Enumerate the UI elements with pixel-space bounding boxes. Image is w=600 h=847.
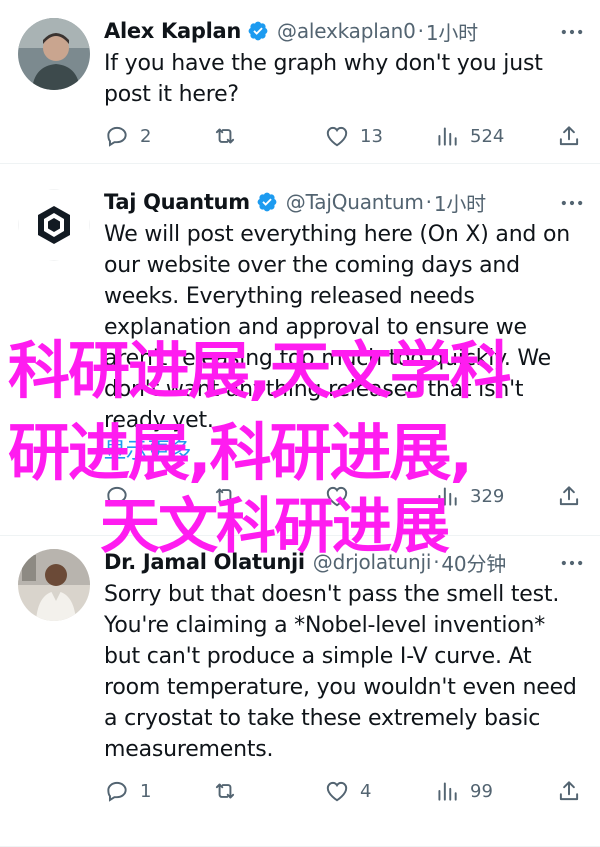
views-icon xyxy=(438,127,457,146)
like-count: 4 xyxy=(360,780,372,802)
like-button[interactable]: 13 xyxy=(324,121,383,151)
retweet-icon xyxy=(215,783,235,799)
tweet-jamal-olatunji[interactable]: Dr. Jamal Olatunji @drjolatunji · 40分钟 S… xyxy=(0,535,600,847)
like-button[interactable] xyxy=(324,481,360,511)
tweet-header: Taj Quantum @TajQuantum · 1小时 xyxy=(104,187,540,217)
views-button[interactable]: 524 xyxy=(434,121,504,151)
tweet-text-line: Sorry but that doesn't pass the smell te… xyxy=(104,582,560,607)
timestamp[interactable]: 1小时 xyxy=(434,188,486,217)
views-count: 99 xyxy=(470,780,493,802)
retweet-icon xyxy=(215,488,235,504)
share-icon xyxy=(559,486,579,506)
action-bar: 2 13 524 xyxy=(104,121,594,151)
tweet-text-line: our website over the coming days and xyxy=(104,253,520,278)
views-count: 329 xyxy=(470,485,505,507)
share-button[interactable] xyxy=(556,481,582,511)
tweet-text-line: aren't releasing too much too quickly. W… xyxy=(104,346,552,371)
author-handle[interactable]: @TajQuantum xyxy=(286,190,424,214)
tweet-header: Alex Kaplan @alexkaplan0 · 1小时 xyxy=(104,16,540,46)
separator-dot: · xyxy=(417,19,424,43)
retweet-button[interactable] xyxy=(212,121,248,151)
reply-icon xyxy=(107,781,127,802)
share-icon xyxy=(559,126,579,146)
separator-dot: · xyxy=(433,550,440,574)
tweet-text-line: measurements. xyxy=(104,737,274,762)
reply-icon xyxy=(107,486,127,507)
reply-button[interactable]: 1 xyxy=(104,776,151,806)
like-button[interactable]: 4 xyxy=(324,776,371,806)
like-count: 13 xyxy=(360,125,383,147)
reply-count: 2 xyxy=(140,125,152,147)
tweet-taj-quantum[interactable]: Taj Quantum @TajQuantum · 1小时 We will po… xyxy=(0,163,600,535)
show-more-link[interactable]: 显示更多 xyxy=(104,436,578,467)
views-count: 524 xyxy=(470,125,505,147)
tweet-header: Dr. Jamal Olatunji @drjolatunji · 40分钟 xyxy=(104,547,540,577)
views-button[interactable]: 329 xyxy=(434,481,504,511)
tweet-text-line: but can't produce a simple I-V curve. At xyxy=(104,644,532,669)
reply-icon xyxy=(107,126,127,147)
reply-button[interactable]: 2 xyxy=(104,121,151,151)
like-icon xyxy=(326,486,348,507)
retweet-button[interactable] xyxy=(212,776,248,806)
tweet-text-line: room temperature, you wouldn't even need xyxy=(104,675,577,700)
avatar[interactable] xyxy=(18,189,90,261)
tweet-text-line: a cryostat to take these extremely basic xyxy=(104,706,541,731)
tweet-text-line: don't want anything released that isn't xyxy=(104,377,524,402)
verified-badge-icon xyxy=(248,21,268,41)
verified-badge-icon xyxy=(257,192,277,212)
reply-button[interactable] xyxy=(104,481,140,511)
tweet-text-line: If you have the graph why don't you just xyxy=(104,51,543,76)
tweet-text: We will post everything here (On X) and … xyxy=(104,219,578,467)
avatar[interactable] xyxy=(18,18,90,90)
retweet-button[interactable] xyxy=(212,481,248,511)
separator-dot: · xyxy=(425,190,432,214)
tweet-text-line: You're claiming a *Nobel-level invention… xyxy=(104,613,546,638)
like-icon xyxy=(326,781,348,802)
action-bar: 1 4 99 xyxy=(104,776,594,806)
tweet-text-line: post it here? xyxy=(104,82,239,107)
action-bar: 329 xyxy=(104,481,594,511)
author-name[interactable]: Dr. Jamal Olatunji xyxy=(104,550,305,574)
share-icon xyxy=(559,781,579,801)
share-button[interactable] xyxy=(556,121,582,151)
tweet-text: Sorry but that doesn't pass the smell te… xyxy=(104,579,578,765)
tweet-text-line: explanation and approval to ensure we xyxy=(104,315,527,340)
more-icon[interactable] xyxy=(558,549,586,577)
more-icon[interactable] xyxy=(558,189,586,217)
reply-count: 1 xyxy=(140,780,152,802)
tweet-text-line: weeks. Everything released needs xyxy=(104,284,475,309)
views-icon xyxy=(438,487,457,506)
more-icon[interactable] xyxy=(558,18,586,46)
tweet-text-line: We will post everything here (On X) and … xyxy=(104,222,570,247)
tweet-alex-kaplan[interactable]: Alex Kaplan @alexkaplan0 · 1小时 If you ha… xyxy=(0,0,600,163)
author-handle[interactable]: @alexkaplan0 xyxy=(277,19,416,43)
avatar[interactable] xyxy=(18,549,90,621)
like-icon xyxy=(326,126,348,147)
retweet-icon xyxy=(215,128,235,144)
tweet-text-line: ready yet. xyxy=(104,408,214,433)
views-icon xyxy=(438,782,457,801)
timestamp[interactable]: 40分钟 xyxy=(441,548,506,577)
author-name[interactable]: Alex Kaplan xyxy=(104,19,241,43)
share-button[interactable] xyxy=(556,776,582,806)
author-name[interactable]: Taj Quantum xyxy=(104,190,250,214)
views-button[interactable]: 99 xyxy=(434,776,493,806)
tweet-text: If you have the graph why don't you just… xyxy=(104,48,578,110)
timestamp[interactable]: 1小时 xyxy=(426,17,478,46)
author-handle[interactable]: @drjolatunji xyxy=(313,550,432,574)
